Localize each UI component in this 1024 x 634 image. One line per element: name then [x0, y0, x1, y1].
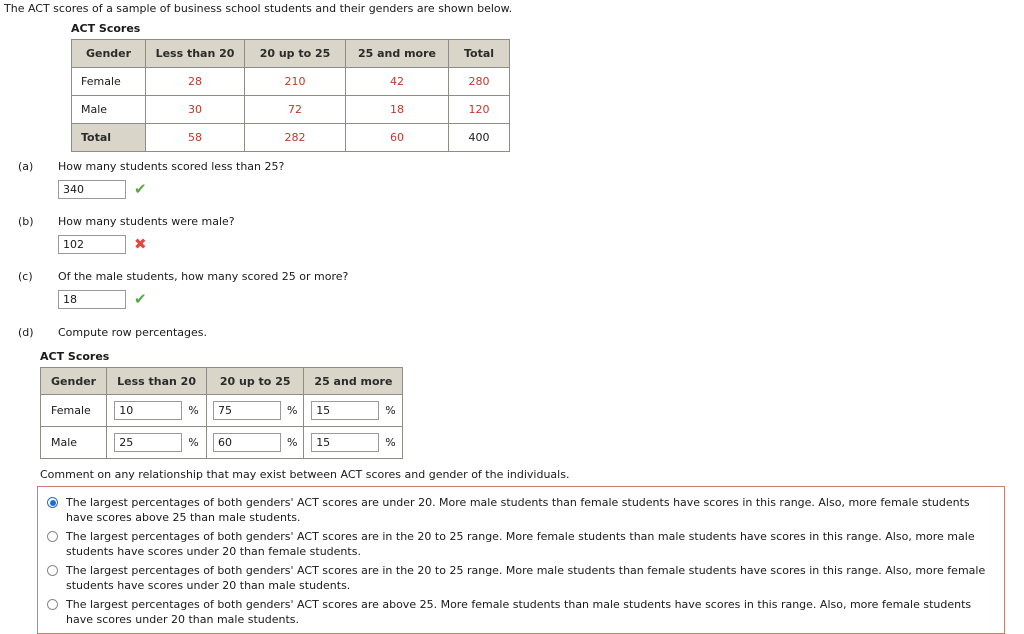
answer-input-b[interactable] — [58, 235, 126, 254]
cell-male-total: 120 — [448, 95, 510, 124]
option-3[interactable]: The largest percentages of both genders'… — [38, 561, 1004, 595]
table-row: Male % % % — [39, 426, 404, 459]
correct-check-icon: ✔ — [134, 180, 147, 198]
percent-table-caption: ACT Scores — [40, 350, 110, 363]
pct-row-label-male: Male — [39, 426, 108, 459]
radio-button-icon-4[interactable] — [47, 599, 58, 610]
pct-input-female-25-and-more[interactable] — [311, 401, 380, 420]
pct-col-header-20-up-to-25: 20 up to 25 — [205, 367, 305, 395]
option-1-label: The largest percentages of both genders'… — [66, 496, 970, 524]
col-header-less-than-20: Less than 20 — [145, 39, 245, 68]
cell-female-20-up-to-25: 210 — [244, 67, 346, 96]
option-1[interactable]: The largest percentages of both genders'… — [38, 493, 1004, 527]
radio-button-icon-1[interactable] — [47, 497, 58, 508]
table-header-row: Gender Less than 20 20 up to 25 25 and m… — [39, 367, 404, 395]
option-2[interactable]: The largest percentages of both genders'… — [38, 527, 1004, 561]
act-scores-percent-table: Gender Less than 20 20 up to 25 25 and m… — [39, 367, 404, 459]
relationship-options-group: The largest percentages of both genders'… — [37, 486, 1005, 634]
percent-sign: % — [286, 436, 298, 449]
pct-input-female-less-than-20[interactable] — [114, 401, 183, 420]
pct-cell-female-less-than-20: % — [106, 394, 207, 427]
table-row: Male 30 72 18 120 — [71, 95, 510, 124]
answer-input-a[interactable] — [58, 180, 126, 199]
intro-text: The ACT scores of a sample of business s… — [4, 2, 513, 15]
comment-prompt: Comment on any relationship that may exi… — [40, 468, 570, 481]
question-a-text: How many students scored less than 25? — [58, 160, 285, 173]
question-c-text: Of the male students, how many scored 25… — [58, 270, 349, 283]
pct-row-label-female: Female — [39, 394, 108, 427]
percent-sign: % — [286, 404, 298, 417]
question-b-text: How many students were male? — [58, 215, 235, 228]
col-header-total: Total — [448, 39, 510, 68]
pct-cell-male-20-up-to-25: % — [205, 426, 305, 459]
question-c-letter: (c) — [18, 270, 33, 283]
counts-table-caption: ACT Scores — [71, 22, 141, 35]
pct-col-header-less-than-20: Less than 20 — [106, 367, 207, 395]
question-a-answer-row: ✔ — [58, 180, 147, 199]
cell-female-less-than-20: 28 — [145, 67, 245, 96]
pct-cell-female-25-and-more: % — [303, 394, 404, 427]
percent-sign: % — [188, 436, 199, 449]
pct-input-female-20-up-to-25[interactable] — [212, 401, 281, 420]
pct-col-header-gender: Gender — [39, 367, 108, 395]
act-scores-counts-table: Gender Less than 20 20 up to 25 25 and m… — [71, 39, 510, 152]
question-b-answer-row: ✖ — [58, 235, 147, 254]
answer-input-c[interactable] — [58, 290, 126, 309]
row-label-total: Total — [71, 123, 146, 152]
radio-button-icon-2[interactable] — [47, 531, 58, 542]
pct-input-male-20-up-to-25[interactable] — [212, 433, 281, 452]
cell-male-less-than-20: 30 — [145, 95, 245, 124]
option-4[interactable]: The largest percentages of both genders'… — [38, 595, 1004, 629]
pct-col-header-25-and-more: 25 and more — [303, 367, 404, 395]
cell-total-20-up-to-25: 282 — [244, 123, 346, 152]
option-2-label: The largest percentages of both genders'… — [66, 530, 975, 558]
correct-check-icon: ✔ — [134, 290, 147, 308]
col-header-25-and-more: 25 and more — [345, 39, 449, 68]
question-b-letter: (b) — [18, 215, 34, 228]
pct-cell-male-25-and-more: % — [303, 426, 404, 459]
cell-male-20-up-to-25: 72 — [244, 95, 346, 124]
table-row: Female 28 210 42 280 — [71, 67, 510, 96]
cell-grand-total: 400 — [448, 123, 510, 152]
pct-input-male-less-than-20[interactable] — [114, 433, 183, 452]
option-3-label: The largest percentages of both genders'… — [66, 564, 986, 592]
cell-total-25-and-more: 60 — [345, 123, 449, 152]
cell-total-less-than-20: 58 — [145, 123, 245, 152]
percent-sign: % — [385, 404, 396, 417]
incorrect-cross-icon: ✖ — [134, 235, 147, 253]
cell-female-25-and-more: 42 — [345, 67, 449, 96]
option-4-label: The largest percentages of both genders'… — [66, 598, 972, 626]
row-label-female: Female — [71, 67, 146, 96]
counts-table-section: ACT Scores Gender Less than 20 20 up to … — [71, 22, 510, 152]
col-header-gender: Gender — [71, 39, 146, 68]
question-d-text: Compute row percentages. — [58, 326, 208, 339]
table-row: Female % % % — [39, 394, 404, 427]
percent-sign: % — [188, 404, 199, 417]
pct-input-male-25-and-more[interactable] — [311, 433, 380, 452]
cell-female-total: 280 — [448, 67, 510, 96]
percent-sign: % — [385, 436, 396, 449]
question-a-letter: (a) — [18, 160, 34, 173]
cell-male-25-and-more: 18 — [345, 95, 449, 124]
question-d-letter: (d) — [18, 326, 34, 339]
radio-button-icon-3[interactable] — [47, 565, 58, 576]
pct-cell-male-less-than-20: % — [106, 426, 207, 459]
question-c-answer-row: ✔ — [58, 290, 147, 309]
row-percentages-section: ACT Scores Gender Less than 20 20 up to … — [39, 350, 404, 459]
table-header-row: Gender Less than 20 20 up to 25 25 and m… — [71, 39, 510, 68]
col-header-20-up-to-25: 20 up to 25 — [244, 39, 346, 68]
table-row: Total 58 282 60 400 — [71, 123, 510, 152]
pct-cell-female-20-up-to-25: % — [205, 394, 305, 427]
row-label-male: Male — [71, 95, 146, 124]
